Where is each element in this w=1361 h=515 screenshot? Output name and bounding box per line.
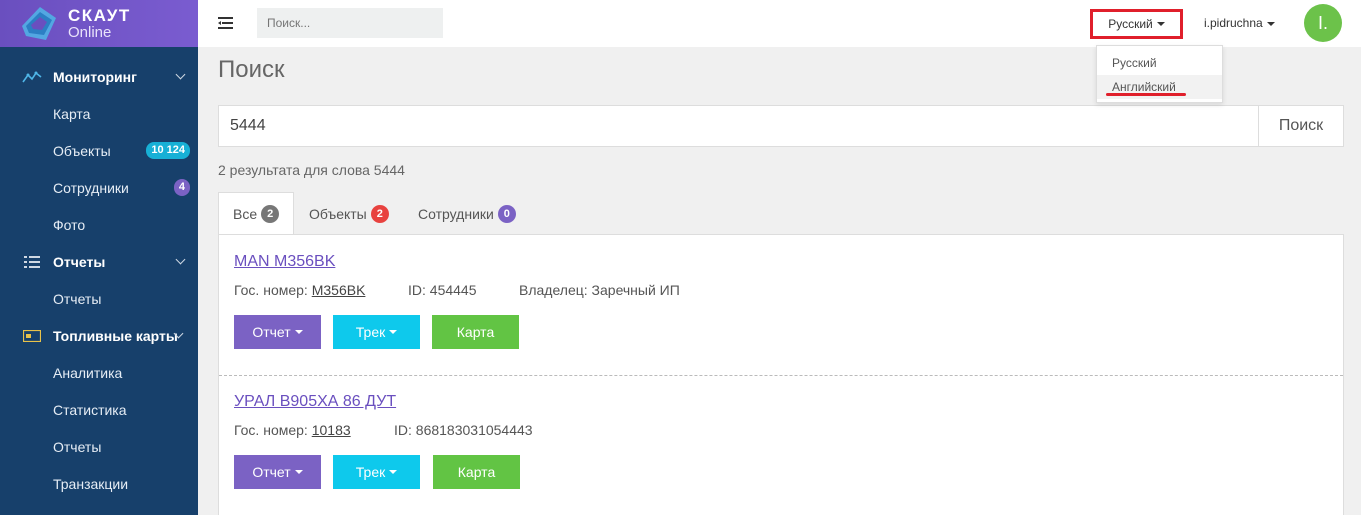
sidebar-item-label: Отчеты: [53, 290, 102, 307]
language-label: Русский: [1108, 17, 1153, 31]
result-count: 2 результата для слова 5444: [218, 162, 405, 178]
sidebar-item-map[interactable]: Карта: [0, 95, 198, 132]
caret-down-icon: [294, 330, 303, 334]
tab-label: Все: [233, 205, 258, 222]
report-button[interactable]: Отчет: [234, 315, 321, 349]
tab-employees[interactable]: Сотрудники 0: [418, 192, 516, 235]
plate-label: Гос. номер:: [234, 282, 308, 298]
page-title: Поиск: [218, 56, 285, 83]
result-title-link[interactable]: УРАЛ В905ХА 86 ДУТ: [234, 393, 396, 411]
track-button[interactable]: Трек: [333, 315, 420, 349]
button-label: Карта: [457, 464, 496, 480]
sidebar-item-label: Отчеты: [53, 438, 102, 455]
tab-count-badge: 2: [370, 204, 389, 223]
search-input[interactable]: [257, 8, 443, 38]
sidebar-section-fuel-cards[interactable]: Топливные карты: [0, 317, 198, 354]
language-option-english[interactable]: Английский: [1097, 75, 1222, 99]
button-label: Трек: [355, 464, 386, 480]
highlight-underline: [1106, 93, 1186, 96]
sidebar-item-label: Объекты: [53, 142, 111, 159]
monitoring-icon: [22, 69, 42, 85]
tab-count-badge: 0: [497, 204, 516, 223]
fuel-card-icon: [22, 328, 42, 344]
count-badge: 10 124: [146, 142, 190, 159]
result-item: УРАЛ В905ХА 86 ДУТ Гос. номер: 10183 ID:…: [219, 375, 1343, 515]
menu-toggle-icon[interactable]: [218, 17, 233, 29]
sidebar-item-analytics[interactable]: Аналитика: [0, 354, 198, 391]
sidebar-item-label: Статистика: [53, 401, 127, 418]
tab-objects[interactable]: Объекты 2: [309, 192, 389, 235]
main-search-input[interactable]: [218, 105, 1259, 147]
map-button[interactable]: Карта: [432, 315, 519, 349]
button-label: Отчет: [252, 324, 291, 340]
sidebar-section-monitoring[interactable]: Мониторинг: [0, 58, 198, 95]
plate-link[interactable]: M356BK: [312, 282, 366, 298]
tab-count-badge: 2: [261, 204, 280, 223]
track-button[interactable]: Трек: [333, 455, 420, 489]
sidebar-section-label: Мониторинг: [53, 68, 137, 85]
brand[interactable]: СКАУТ Online: [0, 0, 198, 47]
object-id: ID: 454445: [408, 282, 477, 298]
sidebar-section-label: Топливные карты: [53, 327, 178, 344]
sidebar-item-statistics[interactable]: Статистика: [0, 391, 198, 428]
result-title-link[interactable]: MAN M356BK: [234, 253, 335, 271]
caret-down-icon: [389, 330, 398, 334]
logo-icon: [18, 4, 60, 44]
sidebar-item-employees[interactable]: Сотрудники 4: [0, 169, 198, 206]
user-menu[interactable]: i.pidruchna: [1204, 16, 1275, 30]
avatar[interactable]: I.: [1304, 4, 1342, 42]
username: i.pidruchna: [1204, 16, 1263, 30]
button-label: Отчет: [252, 464, 291, 480]
chevron-down-icon: [175, 254, 186, 265]
caret-down-icon: [1156, 22, 1165, 26]
sidebar-item-fuel-reports[interactable]: Отчеты: [0, 428, 198, 465]
plate-link[interactable]: 10183: [312, 422, 351, 438]
sidebar-section-reports[interactable]: Отчеты: [0, 243, 198, 280]
sidebar-item-label: Транзакции: [53, 475, 129, 492]
button-label: Трек: [355, 324, 386, 340]
object-id: ID: 868183031054443: [394, 422, 533, 438]
brand-name: СКАУТ: [68, 6, 131, 25]
tab-label: Объекты: [309, 205, 367, 222]
sidebar-item-label: Сотрудники: [53, 179, 129, 196]
sidebar-item-label: Карта: [53, 105, 91, 122]
language-option-label: Английский: [1112, 80, 1176, 94]
language-option-russian[interactable]: Русский: [1097, 51, 1222, 75]
language-menu: Русский Английский: [1096, 45, 1223, 103]
owner: Владелец: Заречный ИП: [519, 282, 680, 298]
plate-info: Гос. номер: 10183: [234, 422, 351, 438]
sidebar-item-photo[interactable]: Фото: [0, 206, 198, 243]
plate-info: Гос. номер: M356BK: [234, 282, 365, 298]
results-panel: MAN M356BK Гос. номер: M356BK ID: 454445…: [218, 234, 1344, 515]
sidebar-item-objects[interactable]: Объекты 10 124: [0, 132, 198, 169]
caret-down-icon: [1266, 21, 1275, 26]
sidebar: СКАУТ Online Мониторинг Карта Объекты 10 …: [0, 0, 198, 515]
sidebar-item-label: Фото: [53, 216, 86, 233]
map-button[interactable]: Карта: [433, 455, 520, 489]
tab-label: Сотрудники: [418, 205, 494, 222]
result-item: MAN M356BK Гос. номер: M356BK ID: 454445…: [219, 235, 1343, 375]
tab-all[interactable]: Все 2: [218, 192, 294, 235]
language-dropdown[interactable]: Русский: [1090, 9, 1183, 39]
sidebar-item-reports[interactable]: Отчеты: [0, 280, 198, 317]
count-badge: 4: [173, 179, 190, 196]
caret-down-icon: [294, 470, 303, 474]
sidebar-section-label: Отчеты: [53, 253, 106, 270]
button-label: Карта: [456, 324, 495, 340]
sidebar-nav: Мониторинг Карта Объекты 10 124 Сотрудник…: [0, 47, 198, 502]
caret-down-icon: [389, 470, 398, 474]
list-icon: [22, 254, 42, 270]
sidebar-item-transactions[interactable]: Транзакции: [0, 465, 198, 502]
chevron-down-icon: [175, 69, 186, 80]
report-button[interactable]: Отчет: [234, 455, 321, 489]
brand-sub: Online: [68, 24, 112, 41]
plate-label: Гос. номер:: [234, 422, 308, 438]
sidebar-item-label: Аналитика: [53, 364, 123, 381]
search-button[interactable]: Поиск: [1258, 105, 1344, 147]
topbar: Русский i.pidruchna I.: [198, 0, 1361, 47]
